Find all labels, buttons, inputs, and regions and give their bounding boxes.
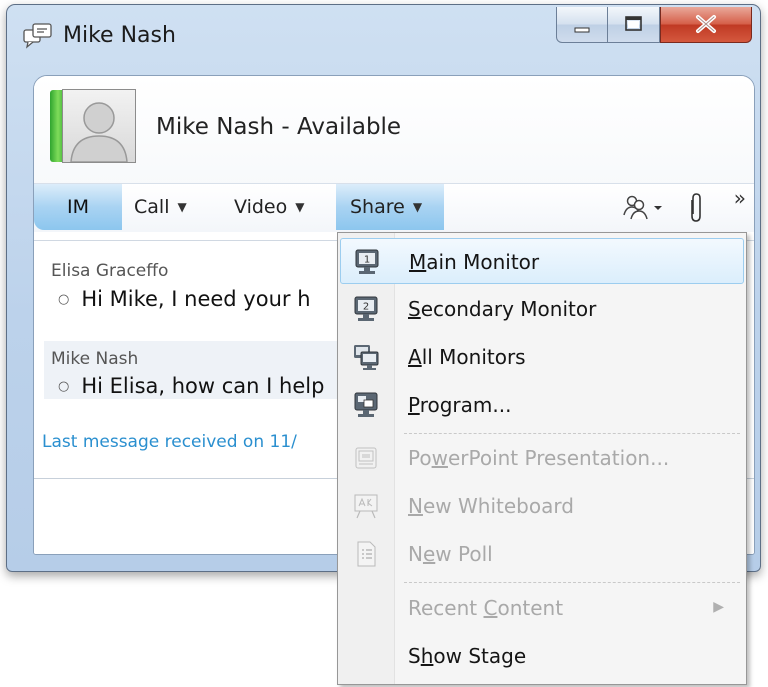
menu-item-label: Program... — [408, 393, 512, 417]
menu-item-label: New Poll — [408, 542, 493, 566]
menu-item-label: All Monitors — [408, 345, 526, 369]
menu-separator — [404, 433, 740, 434]
title-bar[interactable]: Mike Nash — [7, 5, 760, 65]
menu-item-label: PowerPoint Presentation... — [408, 446, 670, 470]
video-button[interactable]: Video ▼ — [234, 184, 346, 230]
bullet-icon: ○ — [58, 292, 70, 307]
attachment-icon[interactable] — [686, 192, 706, 228]
menu-item-all-monitors[interactable]: All Monitors — [340, 334, 744, 380]
video-label: Video — [234, 196, 288, 218]
default-person-icon — [70, 102, 128, 163]
tab-im-label: IM — [67, 196, 89, 218]
close-icon — [696, 15, 716, 33]
more-chevron-icon[interactable]: » — [734, 186, 746, 210]
maximize-icon — [625, 16, 642, 31]
maximize-button[interactable] — [608, 7, 660, 43]
menu-item-secondary-monitor[interactable]: 2 Secondary Monitor — [340, 286, 744, 332]
message-sender: Mike Nash — [51, 349, 139, 369]
all-monitors-icon — [352, 343, 380, 371]
menu-item-recent-content: Recent Content ▶ — [340, 585, 744, 631]
last-message-status: Last message received on 11/ — [42, 432, 297, 452]
menu-item-label: New Whiteboard — [408, 494, 574, 518]
powerpoint-icon — [352, 444, 380, 472]
conversation-app-icon — [23, 23, 53, 49]
share-menu: 1 Main Monitor 2 Secondary Monitor All M… — [337, 232, 747, 685]
menu-item-new-poll: New Poll — [340, 531, 744, 577]
monitor-1-icon: 1 — [353, 248, 381, 276]
message-text: ○ Hi Elisa, how can I help — [58, 374, 324, 398]
contact-name-status: Mike Nash - Available — [156, 114, 402, 140]
svg-text:2: 2 — [363, 302, 369, 313]
conversation-toolbar: IM Call ▼ Video ▼ Share ▼ » — [34, 183, 754, 232]
window-title: Mike Nash — [63, 23, 176, 48]
svg-text:1: 1 — [364, 255, 370, 266]
menu-item-label: Secondary Monitor — [408, 297, 597, 321]
program-icon — [352, 391, 380, 419]
menu-item-show-stage[interactable]: Show Stage — [340, 633, 744, 679]
menu-item-program[interactable]: Program... — [340, 382, 744, 428]
minimize-button[interactable] — [556, 7, 608, 43]
poll-icon — [352, 540, 380, 568]
share-dropdown-caret-icon: ▼ — [412, 200, 423, 214]
close-button[interactable] — [660, 7, 752, 43]
submenu-arrow-icon: ▶ — [713, 599, 724, 615]
call-dropdown-caret-icon[interactable]: ▼ — [177, 200, 186, 214]
menu-item-label: Recent Content — [408, 596, 564, 620]
message-sender: Elisa Graceffo — [51, 261, 169, 281]
avatar[interactable] — [62, 89, 136, 163]
people-options-icon[interactable] — [622, 192, 666, 226]
whiteboard-icon — [352, 492, 380, 520]
contact-card[interactable]: Mike Nash - Available — [34, 76, 754, 188]
menu-item-powerpoint: PowerPoint Presentation... — [340, 435, 744, 481]
share-label: Share — [350, 196, 405, 218]
video-dropdown-caret-icon[interactable]: ▼ — [295, 200, 304, 214]
message-body: Hi Mike, I need your h — [81, 287, 311, 311]
call-label: Call — [134, 196, 170, 218]
bullet-icon: ○ — [58, 379, 70, 394]
menu-item-label: Main Monitor — [409, 250, 540, 274]
monitor-2-icon: 2 — [352, 295, 380, 323]
tab-im[interactable]: IM — [34, 184, 122, 230]
message-text: ○ Hi Mike, I need your h — [58, 287, 311, 311]
minimize-icon — [574, 27, 590, 33]
menu-separator — [404, 582, 740, 583]
share-button[interactable]: Share ▼ — [336, 184, 444, 230]
menu-item-new-whiteboard: New Whiteboard — [340, 483, 744, 529]
menu-item-main-monitor[interactable]: 1 Main Monitor — [340, 238, 744, 284]
call-button[interactable]: Call ▼ — [134, 184, 246, 230]
message-body: Hi Elisa, how can I help — [81, 374, 325, 398]
menu-item-label: Show Stage — [408, 644, 527, 668]
